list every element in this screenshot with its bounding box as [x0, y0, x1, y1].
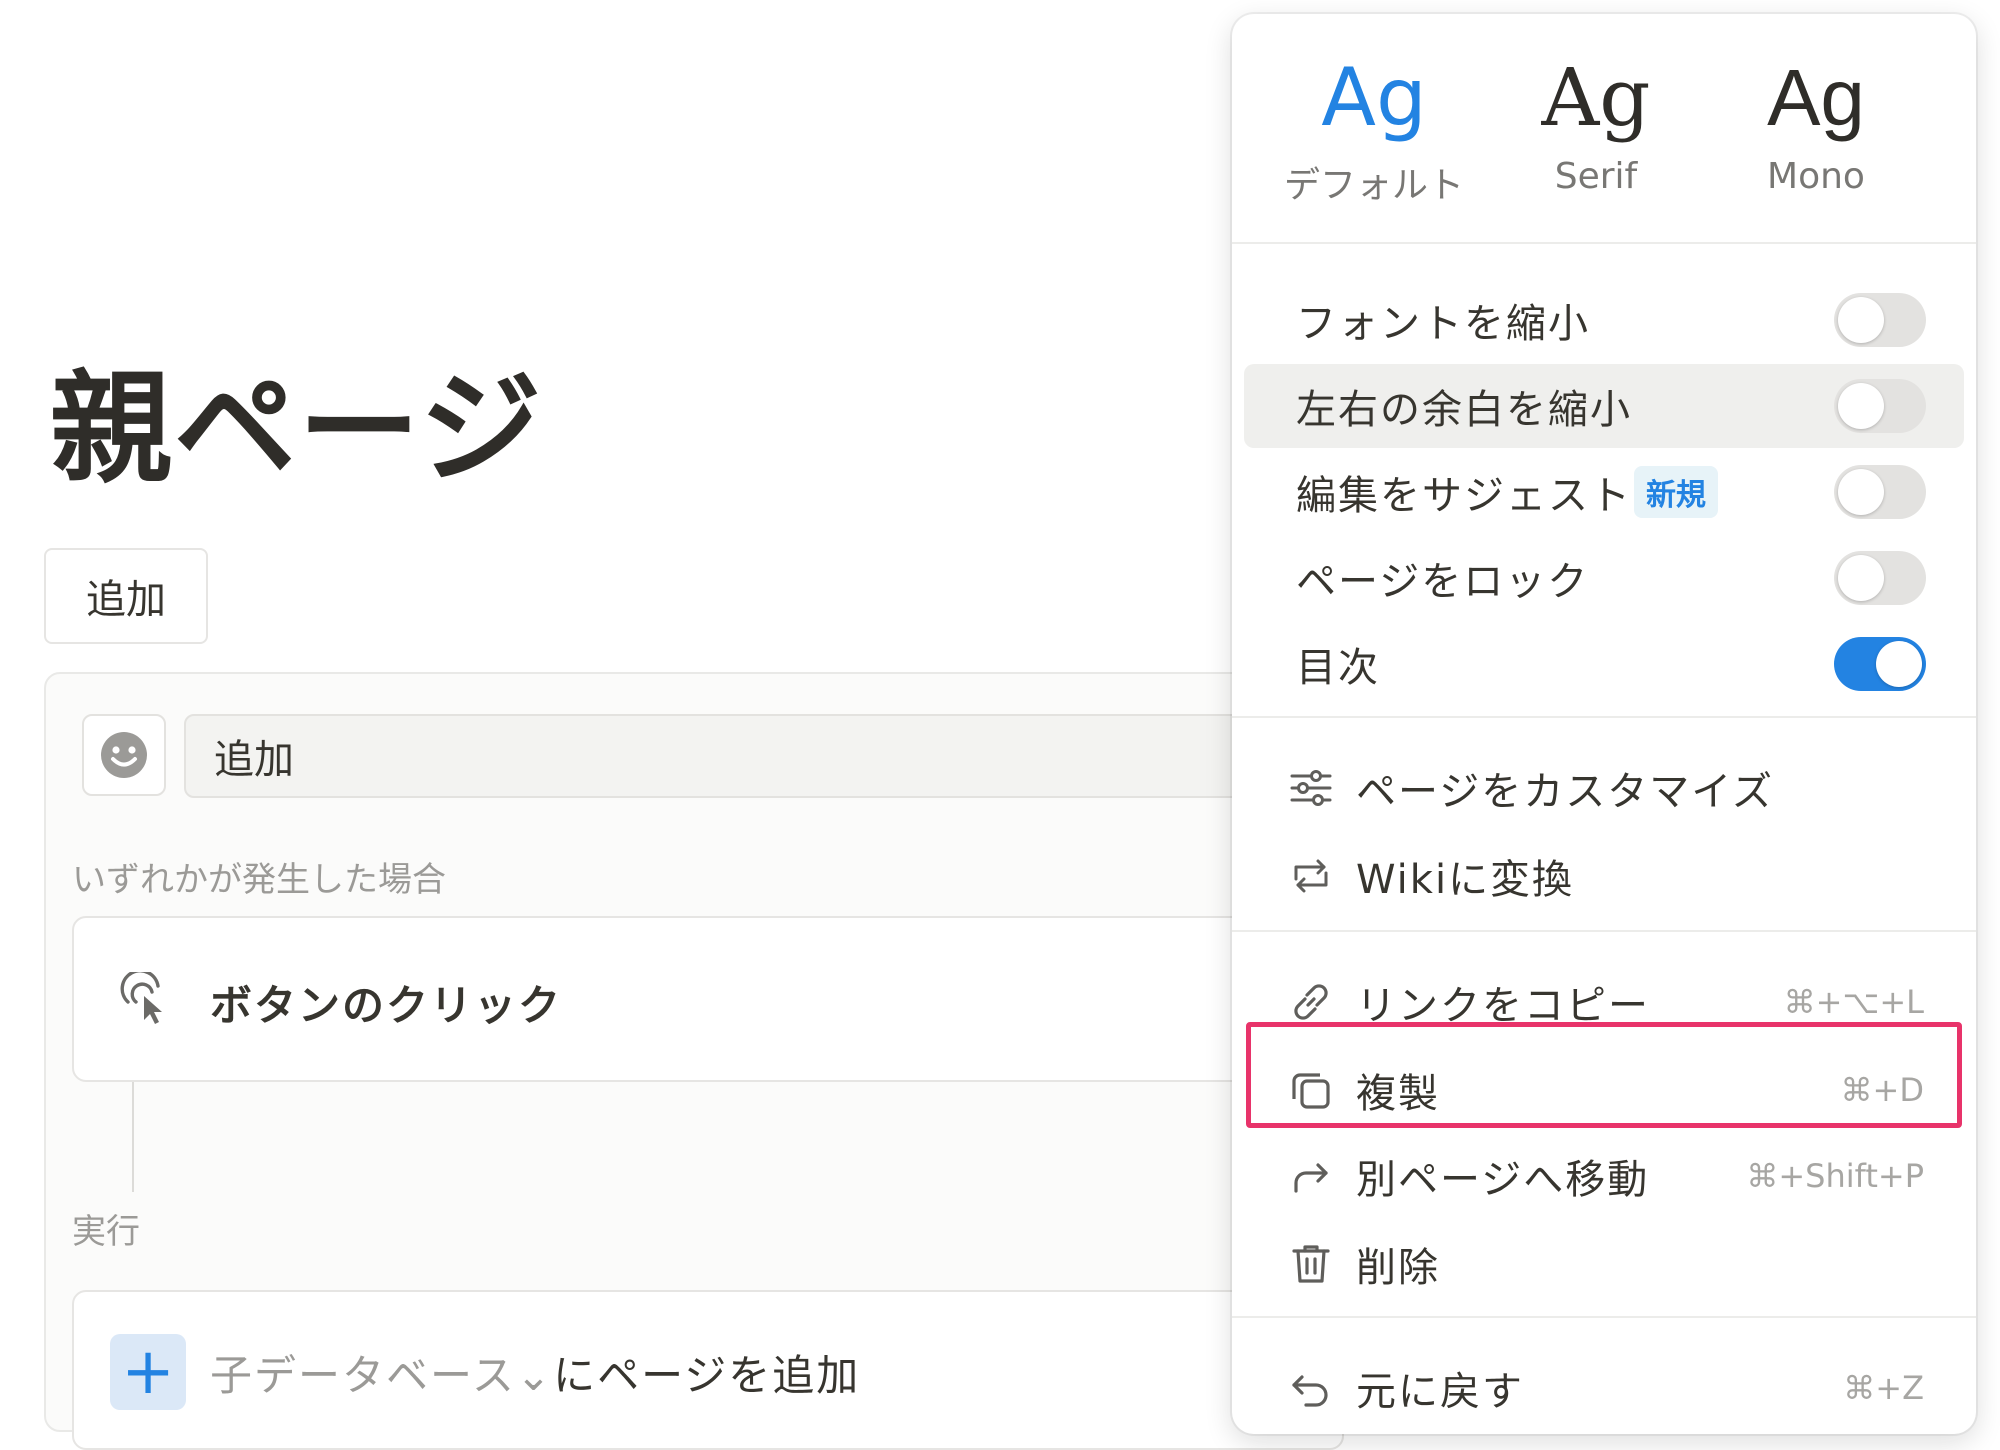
font-option-serif[interactable]: Ag Serif: [1486, 51, 1706, 198]
shortcut-hint: ⌘+Z: [1843, 1369, 1924, 1407]
menu-item-convert-wiki[interactable]: Wikiに変換: [1244, 834, 1964, 918]
font-option-default[interactable]: Ag デフォルト: [1264, 58, 1484, 208]
font-sample-serif: Ag: [1541, 51, 1651, 144]
toggle-suggest-edits[interactable]: 編集をサジェスト 新規: [1244, 450, 1964, 534]
new-badge: 新規: [1634, 466, 1718, 518]
toggle-table-of-contents[interactable]: 目次: [1244, 622, 1964, 706]
page-title[interactable]: 親ページ: [50, 368, 544, 490]
action-section-label: 実行: [72, 1212, 140, 1252]
sliders-icon: [1290, 770, 1332, 806]
smiley-icon: [101, 732, 147, 778]
button-name-input[interactable]: 追加: [184, 714, 1344, 798]
menu-item-label: 元に戻す: [1356, 1369, 1524, 1415]
trigger-section-label: いずれかが発生した場合: [72, 860, 446, 900]
font-sample-default: Ag: [1321, 51, 1427, 144]
shortcut-hint: ⌘+⌥+L: [1783, 983, 1924, 1021]
menu-divider: [1232, 1316, 1976, 1318]
menu-divider: [1232, 242, 1976, 244]
menu-item-undo[interactable]: 元に戻す ⌘+Z: [1244, 1346, 1964, 1430]
toggle-full-width[interactable]: 左右の余白を縮小: [1244, 364, 1964, 448]
font-style-selector: Ag デフォルト Ag Serif Ag Mono: [1232, 14, 1976, 242]
toggle-switch[interactable]: [1834, 379, 1926, 433]
move-arrow-icon: [1294, 1163, 1328, 1193]
annotation-highlight-box: [1246, 1022, 1962, 1128]
trigger-label: ボタンのクリック: [210, 981, 563, 1030]
link-icon: [1294, 984, 1328, 1020]
toggle-label: フォントを縮小: [1296, 301, 1590, 347]
cursor-click-icon: [120, 972, 162, 1024]
action-description: 子データベース⌄にページを追加: [210, 1342, 860, 1403]
toggle-lock-page[interactable]: ページをロック: [1244, 536, 1964, 620]
font-name-default: デフォルト: [1283, 165, 1464, 206]
shortcut-hint: ⌘+Shift+P: [1746, 1157, 1924, 1195]
font-sample-mono: Ag: [1767, 53, 1865, 142]
font-option-mono[interactable]: Ag Mono: [1706, 53, 1926, 198]
toggle-label: 左右の余白を縮小: [1296, 387, 1632, 433]
menu-item-delete[interactable]: 削除: [1244, 1222, 1964, 1306]
menu-divider: [1232, 716, 1976, 718]
font-name-serif: Serif: [1554, 156, 1638, 197]
emoji-picker-button[interactable]: [82, 714, 166, 796]
flow-connector: [132, 1082, 134, 1192]
menu-item-label: ページをカスタマイズ: [1356, 769, 1774, 815]
menu-item-label: 別ページへ移動: [1356, 1157, 1650, 1203]
convert-icon: [1294, 859, 1328, 893]
trash-icon: [1292, 1245, 1330, 1283]
menu-item-move-to[interactable]: 別ページへ移動 ⌘+Shift+P: [1244, 1134, 1964, 1218]
toggle-switch[interactable]: [1834, 465, 1926, 519]
font-name-mono: Mono: [1767, 156, 1865, 197]
add-button[interactable]: 追加: [44, 548, 208, 644]
toggle-small-text[interactable]: フォントを縮小: [1244, 278, 1964, 362]
toggle-switch[interactable]: [1834, 293, 1926, 347]
menu-divider: [1232, 930, 1976, 932]
toggle-switch[interactable]: [1834, 551, 1926, 605]
plus-icon: +: [110, 1334, 186, 1410]
menu-item-customize-page[interactable]: ページをカスタマイズ: [1244, 746, 1964, 830]
page-options-menu: Ag デフォルト Ag Serif Ag Mono フォントを縮小 左右の余白を…: [1232, 14, 1976, 1434]
toggle-label: 編集をサジェスト: [1296, 473, 1632, 519]
toggle-label: ページをロック: [1296, 559, 1590, 605]
menu-item-label: 削除: [1356, 1245, 1440, 1291]
toggle-switch[interactable]: [1834, 637, 1926, 691]
toggle-label: 目次: [1296, 645, 1380, 691]
menu-item-label: Wikiに変換: [1356, 857, 1575, 903]
undo-icon: [1292, 1375, 1328, 1407]
